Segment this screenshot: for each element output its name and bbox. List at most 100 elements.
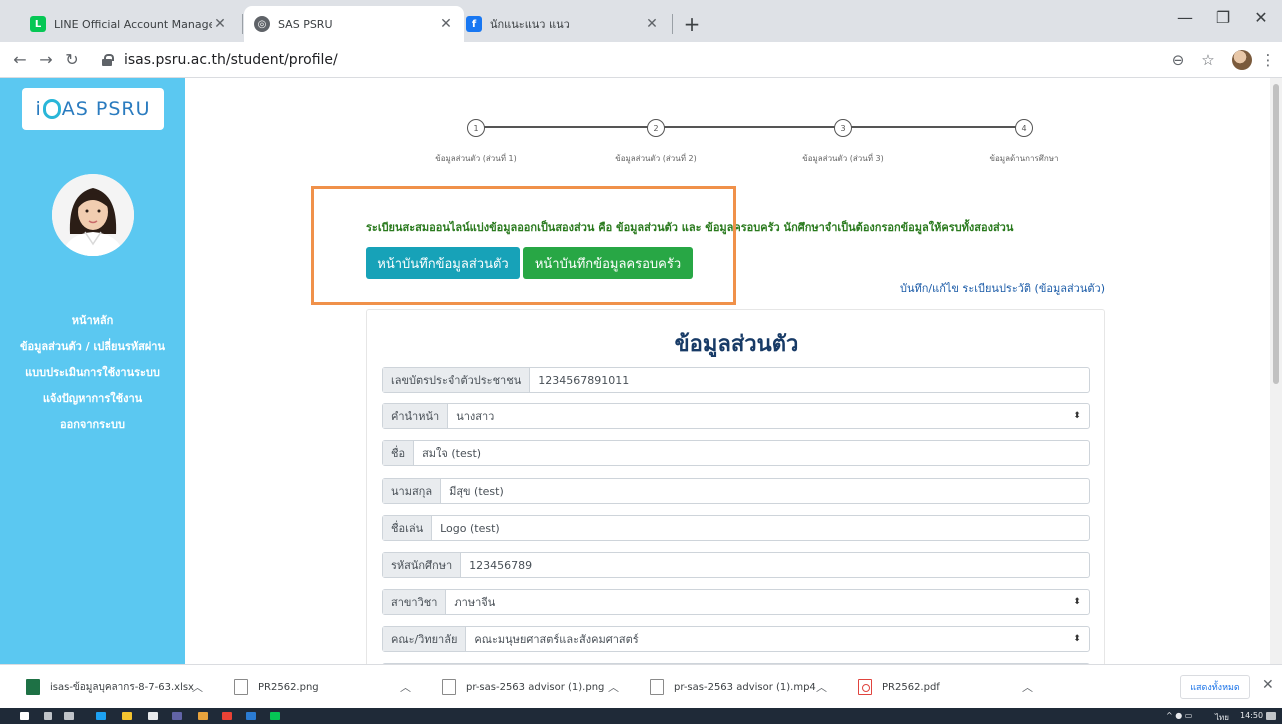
- field-value[interactable]: สมใจ (test): [414, 441, 1089, 465]
- step-1-label: ข้อมูลส่วนตัว (ส่วนที่ 1): [435, 154, 517, 163]
- field-label: นามสกุล: [383, 479, 442, 503]
- chevron-up-icon[interactable]: ︿: [816, 679, 827, 695]
- sidebar-item-report-problem[interactable]: แจ้งปัญหาการใช้งาน: [0, 386, 185, 412]
- last-name-field[interactable]: นามสกุล มีสุข (test): [382, 478, 1090, 504]
- field-label: คณะ/วิทยาลัย: [383, 627, 467, 651]
- sidebar-item-profile-password[interactable]: ข้อมูลส่วนตัว / เปลี่ยนรหัสผ่าน: [0, 334, 185, 360]
- personal-info-button[interactable]: หน้าบันทึกข้อมูลส่วนตัว: [366, 247, 520, 279]
- notification-icon[interactable]: [1266, 712, 1276, 720]
- search-icon[interactable]: [44, 712, 52, 720]
- sidebar: i AS PSRU หน้าหลัก ข้อมูลส่วนตัว / เปลี่…: [0, 78, 185, 664]
- first-name-field[interactable]: ชื่อ สมใจ (test): [382, 440, 1090, 466]
- download-filename: pr-sas-2563 advisor (1).mp4: [674, 681, 816, 693]
- step-2-circle[interactable]: 2: [647, 119, 665, 137]
- close-icon[interactable]: ✕: [644, 16, 660, 32]
- maximize-button[interactable]: ❐: [1208, 8, 1238, 27]
- field-value[interactable]: คณะมนุษยศาสตร์และสังคมศาสตร์: [466, 627, 1065, 651]
- sidebar-item-evaluation[interactable]: แบบประเมินการใช้งานระบบ: [0, 360, 185, 386]
- download-filename: pr-sas-2563 advisor (1).png: [466, 681, 605, 693]
- faculty-select[interactable]: คณะ/วิทยาลัย คณะมนุษยศาสตร์และสังคมศาสตร…: [382, 626, 1090, 652]
- download-filename: PR2562.pdf: [882, 681, 940, 693]
- annotation-highlight-box: [311, 186, 736, 305]
- step-4-circle[interactable]: 4: [1015, 119, 1033, 137]
- major-select[interactable]: สาขาวิชา ภาษาจีน ⬍: [382, 589, 1090, 615]
- task-view-icon[interactable]: [64, 712, 74, 720]
- back-arrow-icon[interactable]: ←: [10, 50, 30, 69]
- browser-tab-strip: L LINE Official Account Manager ✕ ◎ SAS …: [0, 0, 1282, 42]
- profile-avatar[interactable]: [1232, 50, 1252, 70]
- download-item[interactable]: pr-sas-2563 advisor (1).png: [442, 665, 604, 709]
- app-icon[interactable]: [198, 712, 208, 720]
- step-1-circle[interactable]: 1: [467, 119, 485, 137]
- step-3-circle[interactable]: 3: [834, 119, 852, 137]
- field-value[interactable]: 123456789: [461, 553, 1089, 577]
- show-all-downloads-button[interactable]: แสดงทั้งหมด: [1180, 675, 1250, 699]
- close-icon[interactable]: ✕: [438, 16, 454, 32]
- step-2-label: ข้อมูลส่วนตัว (ส่วนที่ 2): [615, 154, 697, 163]
- edge-icon[interactable]: [96, 712, 106, 720]
- national-id-field[interactable]: เลขบัตรประจำตัวประชาชน 1234567891011: [382, 367, 1090, 393]
- field-value[interactable]: มีสุข (test): [441, 479, 1089, 503]
- tab-divider: [242, 14, 243, 34]
- close-icon[interactable]: ✕: [212, 16, 228, 32]
- download-filename: PR2562.png: [258, 681, 319, 693]
- sidebar-item-home[interactable]: หน้าหลัก: [0, 308, 185, 334]
- reload-icon[interactable]: ↻: [62, 50, 82, 69]
- line-app-icon[interactable]: [270, 712, 280, 720]
- progress-stepper-line: [476, 126, 1024, 128]
- file-icon: [234, 679, 248, 695]
- logo-s-mark-icon: [42, 99, 61, 119]
- field-label: ชื่อเล่น: [383, 516, 433, 540]
- tray-icons[interactable]: ^ ● ▭: [1166, 711, 1192, 720]
- chevron-up-icon[interactable]: ︿: [192, 679, 203, 695]
- download-item[interactable]: PR2562.pdf: [858, 665, 940, 709]
- sidebar-item-logout[interactable]: ออกจากระบบ: [0, 412, 185, 438]
- chrome-icon[interactable]: [222, 712, 232, 720]
- teams-icon[interactable]: [172, 712, 182, 720]
- scrollbar-thumb[interactable]: [1273, 84, 1279, 384]
- store-icon[interactable]: [148, 712, 158, 720]
- download-item[interactable]: isas-ข้อมูลบุคลากร-8-7-63.xlsx: [26, 665, 194, 709]
- family-info-button[interactable]: หน้าบันทึกข้อมูลครอบครัว: [523, 247, 693, 279]
- browser-tab-line[interactable]: L LINE Official Account Manager ✕: [20, 6, 238, 42]
- page-scrollbar[interactable]: [1270, 78, 1282, 664]
- close-window-button[interactable]: ✕: [1246, 8, 1276, 27]
- close-icon[interactable]: ✕: [1262, 677, 1274, 693]
- browser-tab-sas-psru[interactable]: ◎ SAS PSRU ✕: [244, 6, 464, 42]
- edit-record-link[interactable]: บันทึก/แก้ไข ระเบียนประวัติ (ข้อมูลส่วนต…: [900, 279, 1105, 297]
- field-value[interactable]: 1234567891011: [530, 368, 1089, 392]
- field-value[interactable]: Logo (test): [432, 516, 1089, 540]
- field-label: ชื่อ: [383, 441, 415, 465]
- language-indicator[interactable]: ไทย: [1215, 711, 1229, 724]
- field-value[interactable]: ภาษาจีน: [446, 590, 1065, 614]
- chevron-up-icon[interactable]: ︿: [1022, 679, 1033, 695]
- chevron-up-icon[interactable]: ︿: [400, 679, 411, 695]
- select-arrows-icon: ⬍: [1073, 634, 1081, 644]
- tab-title: LINE Official Account Manager: [54, 17, 212, 31]
- downloads-bar: isas-ข้อมูลบุคลากร-8-7-63.xlsx ︿ PR2562.…: [0, 664, 1282, 708]
- address-bar[interactable]: isas.psru.ac.th/student/profile/: [102, 48, 1152, 72]
- bookmark-star-icon[interactable]: ☆: [1198, 51, 1218, 69]
- windows-start-icon[interactable]: [20, 712, 29, 720]
- student-id-field[interactable]: รหัสนักศึกษา 123456789: [382, 552, 1090, 578]
- forward-arrow-icon[interactable]: →: [36, 50, 56, 69]
- clock[interactable]: 14:50: [1240, 711, 1263, 720]
- excel-file-icon: [26, 679, 40, 695]
- title-prefix-select[interactable]: คำนำหน้า นางสาว ⬍: [382, 403, 1090, 429]
- word-icon[interactable]: [246, 712, 256, 720]
- download-item[interactable]: pr-sas-2563 advisor (1).mp4: [650, 665, 816, 709]
- new-tab-button[interactable]: +: [680, 12, 704, 36]
- select-arrows-icon: ⬍: [1073, 411, 1081, 421]
- minimize-button[interactable]: —: [1170, 8, 1200, 27]
- menu-kebab-icon[interactable]: ⋮: [1258, 51, 1278, 69]
- info-message: ระเบียนสะสมออนไลน์แบ่งข้อมูลออกเป็นสองส่…: [366, 221, 1014, 234]
- file-explorer-icon[interactable]: [122, 712, 132, 720]
- download-item[interactable]: PR2562.png: [234, 665, 319, 709]
- field-value[interactable]: นางสาว: [448, 404, 1065, 428]
- nickname-field[interactable]: ชื่อเล่น Logo (test): [382, 515, 1090, 541]
- browser-tab-facebook[interactable]: f นักแนะแนว แนว ✕: [456, 6, 670, 42]
- zoom-icon[interactable]: ⊖: [1168, 51, 1188, 69]
- page-viewport: i AS PSRU หน้าหลัก ข้อมูลส่วนตัว / เปลี่…: [0, 78, 1282, 664]
- isas-logo[interactable]: i AS PSRU: [22, 88, 164, 130]
- chevron-up-icon[interactable]: ︿: [608, 679, 619, 695]
